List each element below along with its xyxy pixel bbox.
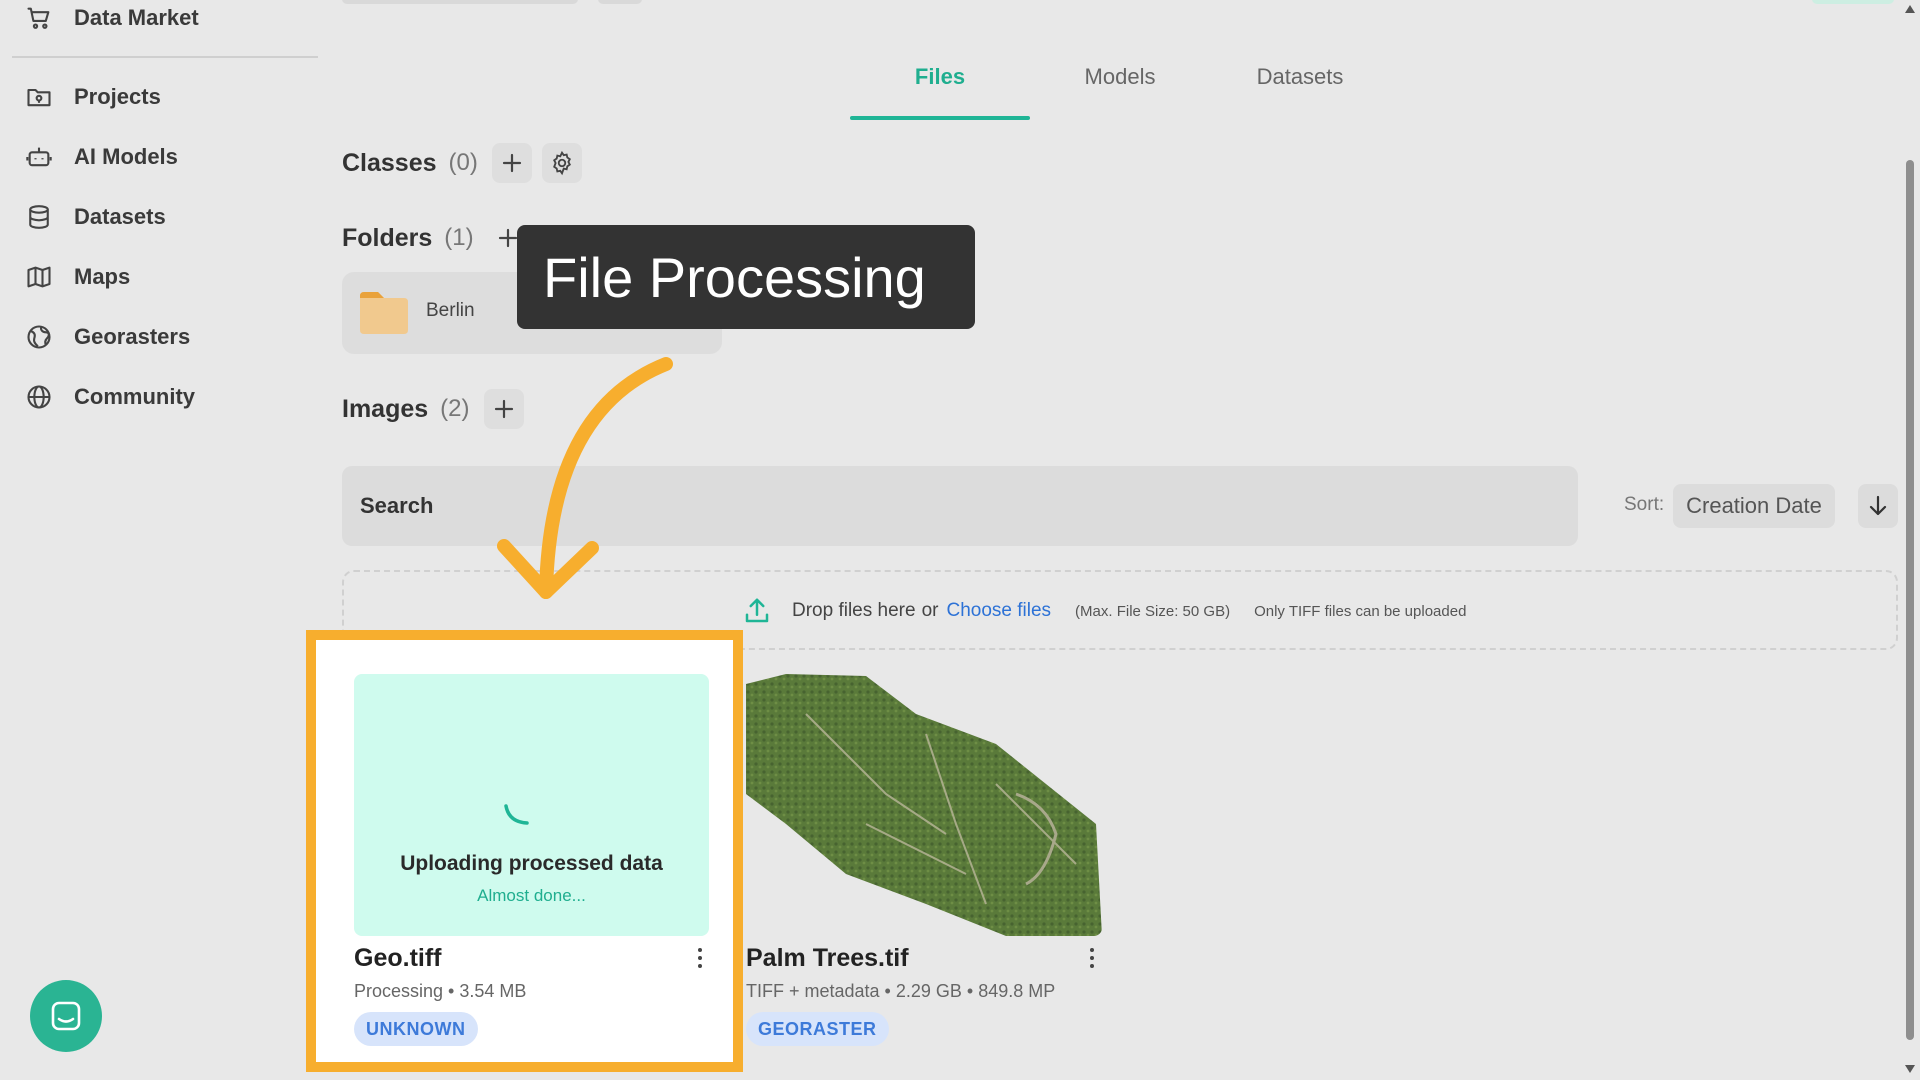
sidebar-item-label: Projects [74, 84, 161, 109]
sidebar-item-label: Georasters [74, 324, 191, 349]
gear-icon [552, 150, 571, 176]
tab-models[interactable]: Models [1030, 64, 1210, 120]
sidebar-item-datasets[interactable]: Datasets [24, 195, 166, 239]
aerial-image [746, 674, 1102, 936]
more-options-icon[interactable] [1084, 945, 1100, 971]
dropzone-content: Drop files here or Choose files (Max. Fi… [742, 598, 1466, 624]
folders-title: Folders [342, 223, 433, 252]
sort-select[interactable]: Creation Date [1673, 484, 1835, 528]
sort-label: Sort: [1624, 494, 1665, 515]
active-tab-indicator [850, 116, 1030, 120]
palm-trees-thumbnail[interactable] [746, 674, 1102, 936]
folders-count: (1) [444, 224, 474, 251]
file-meta: Processing • 3.54 MB [354, 981, 527, 1001]
annotation-tooltip: File Processing [517, 225, 975, 329]
more-options-icon[interactable] [692, 945, 708, 971]
file-type-badge: GEORASTER [746, 1012, 889, 1046]
sidebar-item-projects[interactable]: Projects [24, 75, 161, 119]
tiff-only-note: Only TIFF files can be uploaded [1254, 602, 1467, 620]
sidebar-item-label: AI Models [74, 144, 178, 169]
file-meta: TIFF + metadata • 2.29 GB • 849.8 MP [746, 981, 1056, 1001]
globe-icon [24, 382, 54, 412]
sidebar-item-georasters[interactable]: Georasters [24, 315, 190, 359]
class-settings-button[interactable] [541, 143, 582, 183]
chat-launcher-button[interactable] [30, 980, 102, 1052]
processing-status-subtitle: Almost done... [477, 886, 586, 905]
cart-icon [24, 3, 54, 33]
upload-icon [745, 598, 769, 623]
sidebar-item-label: Community [74, 384, 195, 409]
scroll-down-icon [1905, 1065, 1915, 1073]
scrollbar-thumb[interactable] [1906, 160, 1914, 1040]
processing-status-title: Uploading processed data [400, 852, 663, 875]
sidebar-divider [12, 56, 318, 58]
search-placeholder: Search [360, 493, 434, 518]
images-title: Images [342, 394, 429, 423]
sidebar: Data Market Projects AI Models Datasets … [0, 0, 320, 1080]
sort-direction-button[interactable] [1858, 484, 1898, 528]
arrow-down-icon [1869, 495, 1887, 516]
sidebar-item-ai-models[interactable]: AI Models [24, 135, 178, 179]
folder-icon [24, 82, 54, 112]
map-icon [24, 262, 54, 292]
dropzone-text: Drop files here [792, 600, 916, 621]
database-icon [24, 202, 54, 232]
max-file-size: (Max. File Size: 50 GB) [1075, 602, 1231, 620]
folder-icon [360, 292, 408, 334]
tab-datasets[interactable]: Datasets [1210, 64, 1390, 120]
robot-icon [24, 142, 54, 172]
chat-icon [51, 1001, 81, 1031]
sidebar-item-community[interactable]: Community [24, 375, 195, 419]
classes-title: Classes [342, 148, 437, 177]
folders-section-header: Folders (1) [342, 218, 528, 258]
sidebar-item-label: Datasets [74, 204, 166, 229]
top-partial-button[interactable] [1812, 0, 1894, 4]
classes-count: (0) [448, 149, 478, 176]
plus-icon [502, 153, 521, 173]
plus-icon [498, 228, 517, 248]
dropzone-or: or [921, 600, 939, 621]
classes-section-header: Classes (0) [342, 143, 582, 183]
sidebar-item-maps[interactable]: Maps [24, 255, 130, 299]
choose-files-link[interactable]: Choose files [946, 600, 1051, 622]
globe-grid-icon [24, 322, 54, 352]
file-name: Palm Trees.tif [746, 944, 909, 972]
sidebar-item-label: Data Market [74, 5, 199, 30]
folder-name: Berlin [426, 300, 475, 321]
file-type-badge: UNKNOWN [354, 1012, 478, 1046]
scroll-up-icon [1905, 5, 1915, 13]
add-class-button[interactable] [491, 143, 532, 183]
top-partial-control [342, 0, 578, 4]
annotation-arrow-icon [497, 357, 673, 599]
file-name: Geo.tiff [354, 944, 442, 972]
sidebar-item-data-market[interactable]: Data Market [24, 0, 199, 40]
images-count: (2) [440, 395, 470, 422]
loading-spinner-icon [504, 804, 529, 825]
top-partial-control [598, 0, 642, 4]
vertical-scrollbar[interactable] [1900, 0, 1920, 1080]
sidebar-item-label: Maps [74, 264, 131, 289]
tab-files[interactable]: Files [850, 64, 1030, 120]
